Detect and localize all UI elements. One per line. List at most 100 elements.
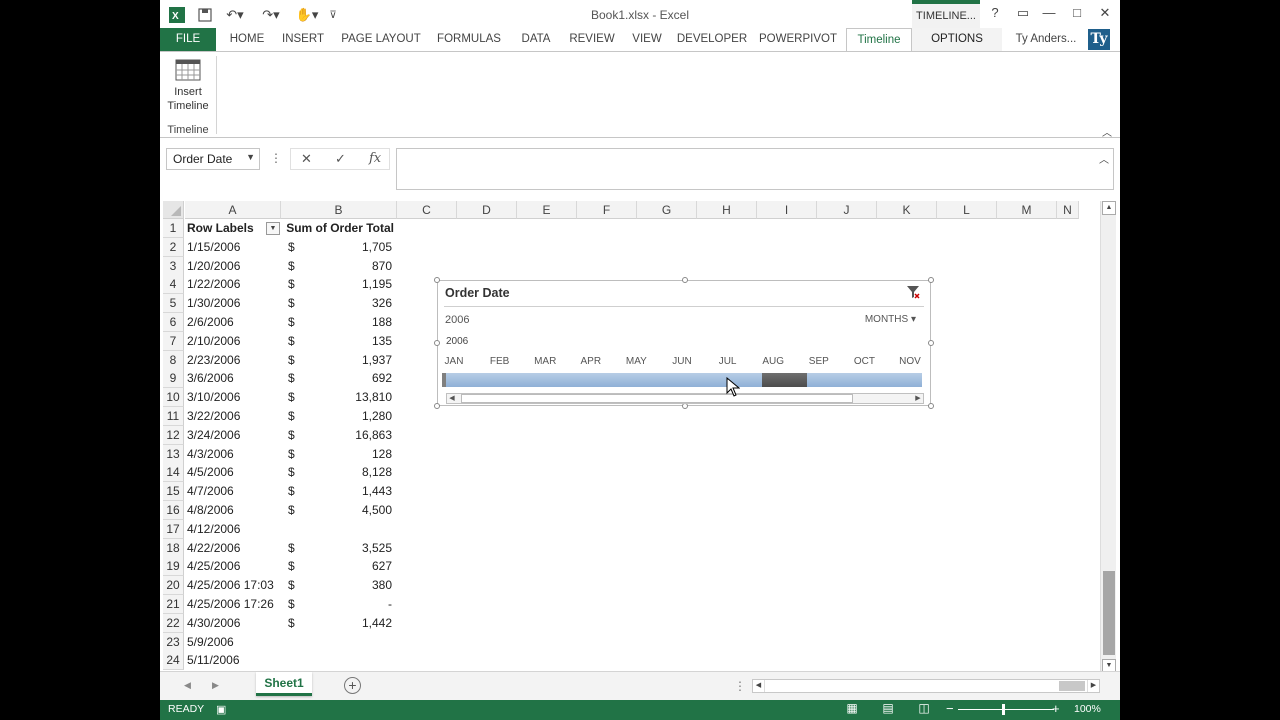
pivot-row-label[interactable]: 3/6/2006 <box>186 369 282 388</box>
row-header[interactable]: 13 <box>163 444 184 464</box>
normal-view-icon[interactable]: ▦ <box>842 701 862 719</box>
scroll-left-icon[interactable]: ◀ <box>447 394 457 403</box>
pivot-value[interactable]: 188 <box>300 313 392 332</box>
resize-handle[interactable] <box>434 403 440 409</box>
timeline-scrollbar[interactable]: ◀ ▶ <box>446 393 924 404</box>
pivot-value[interactable]: 128 <box>300 445 392 464</box>
resize-handle[interactable] <box>928 277 934 283</box>
column-header[interactable]: I <box>757 201 817 219</box>
pivot-value[interactable]: 8,128 <box>300 463 392 482</box>
pivot-value[interactable]: 3,525 <box>300 539 392 558</box>
row-header[interactable]: 12 <box>163 425 184 445</box>
pivot-row-label[interactable]: 2/6/2006 <box>186 313 282 332</box>
currency-symbol[interactable]: $ <box>288 445 295 464</box>
pivot-row-label[interactable]: 1/30/2006 <box>186 294 282 313</box>
row-header[interactable]: 3 <box>163 256 184 276</box>
pivot-row-label[interactable]: 4/3/2006 <box>186 445 282 464</box>
row-header[interactable]: 16 <box>163 501 184 520</box>
currency-symbol[interactable]: $ <box>288 614 295 633</box>
row-header[interactable]: 7 <box>163 331 184 351</box>
resize-handle[interactable] <box>928 403 934 409</box>
timeline-month-label[interactable]: APR <box>571 356 611 367</box>
timeline-scroll-thumb[interactable] <box>461 394 853 403</box>
row-header[interactable]: 18 <box>163 538 184 558</box>
currency-symbol[interactable]: $ <box>288 332 295 351</box>
timeline-bar[interactable] <box>442 373 922 387</box>
pivot-row-label[interactable]: 4/30/2006 <box>186 614 282 633</box>
row-header[interactable]: 6 <box>163 313 184 332</box>
resize-handle[interactable] <box>928 340 934 346</box>
tab-developer[interactable]: DEVELOPER <box>676 28 748 51</box>
filter-dropdown-icon[interactable]: ▼ <box>266 222 280 235</box>
prev-sheet-icon[interactable]: ◀ <box>184 680 191 691</box>
chevron-down-icon[interactable]: ▼ <box>246 152 255 162</box>
column-header[interactable]: D <box>457 201 517 219</box>
pivot-value[interactable]: 627 <box>300 557 392 576</box>
currency-symbol[interactable]: $ <box>288 576 295 595</box>
tab-options[interactable]: OPTIONS <box>912 28 1002 51</box>
sheet-tab-sheet1[interactable]: Sheet1 <box>256 672 312 696</box>
add-sheet-icon[interactable]: + <box>344 677 361 694</box>
pivot-value[interactable]: 16,863 <box>300 426 392 445</box>
resize-handle[interactable] <box>682 277 688 283</box>
currency-symbol[interactable]: $ <box>288 539 295 558</box>
row-header[interactable]: 2 <box>163 237 184 257</box>
pivot-row-label[interactable]: 4/7/2006 <box>186 482 282 501</box>
vertical-scrollbar[interactable]: ▲ ▼ <box>1100 201 1116 673</box>
timeline-month-label[interactable]: AUG <box>753 356 793 367</box>
tab-review[interactable]: REVIEW <box>566 28 618 51</box>
pivot-row-label[interactable]: 1/15/2006 <box>186 238 282 257</box>
pivot-value[interactable]: 326 <box>300 294 392 313</box>
row-header[interactable]: 4 <box>163 275 184 295</box>
zoom-in-button[interactable]: + <box>1052 701 1060 716</box>
pivot-row-label[interactable]: 5/11/2006 <box>186 651 282 670</box>
pivot-value[interactable]: 1,280 <box>300 407 392 426</box>
pivot-value[interactable]: 1,937 <box>300 351 392 370</box>
pivot-row-label[interactable]: 4/8/2006 <box>186 501 282 520</box>
row-header[interactable]: 11 <box>163 407 184 426</box>
pivot-row-label[interactable]: 5/9/2006 <box>186 633 282 652</box>
zoom-slider[interactable] <box>958 709 1054 710</box>
page-break-view-icon[interactable]: ◫ <box>914 701 934 719</box>
resize-handle[interactable] <box>434 340 440 346</box>
timeline-month-label[interactable]: JUL <box>708 356 748 367</box>
page-layout-view-icon[interactable]: ▤ <box>878 701 898 719</box>
pivot-row-label[interactable]: 4/25/2006 17:03 <box>186 576 282 595</box>
pivot-row-label[interactable]: 4/12/2006 <box>186 520 282 539</box>
column-header[interactable]: A <box>185 201 281 219</box>
column-header[interactable]: J <box>817 201 877 219</box>
cancel-icon[interactable]: ✕ <box>301 151 312 167</box>
tab-insert[interactable]: INSERT <box>278 28 328 51</box>
ribbon-display-options-icon[interactable]: ▭ <box>1012 5 1034 23</box>
avatar[interactable]: Ty <box>1088 29 1110 50</box>
timeline-month-label[interactable]: SEP <box>799 356 839 367</box>
row-header[interactable]: 17 <box>163 519 184 539</box>
row-header[interactable]: 1 <box>163 219 184 238</box>
scroll-up-icon[interactable]: ▲ <box>1102 201 1116 215</box>
pivot-value[interactable]: 135 <box>300 332 392 351</box>
currency-symbol[interactable]: $ <box>288 426 295 445</box>
currency-symbol[interactable]: $ <box>288 595 295 614</box>
currency-symbol[interactable]: $ <box>288 257 295 276</box>
pivot-value[interactable]: 1,443 <box>300 482 392 501</box>
column-header[interactable]: C <box>397 201 457 219</box>
formula-input[interactable]: ︿ <box>396 148 1114 190</box>
help-button[interactable]: ? <box>984 5 1006 23</box>
name-box[interactable]: Order Date ▼ <box>166 148 260 170</box>
currency-symbol[interactable]: $ <box>288 501 295 520</box>
insert-function-icon[interactable]: fx <box>369 151 381 166</box>
next-sheet-icon[interactable]: ▶ <box>212 680 219 691</box>
currency-symbol[interactable]: $ <box>288 294 295 313</box>
scroll-right-icon[interactable]: ▶ <box>1087 680 1099 692</box>
minimize-button[interactable]: — <box>1038 5 1060 23</box>
row-header[interactable]: 23 <box>163 632 184 652</box>
scroll-left-icon[interactable]: ◀ <box>753 680 765 692</box>
row-header[interactable]: 20 <box>163 576 184 596</box>
collapse-ribbon-icon[interactable]: ︿ <box>1102 124 1112 139</box>
row-header[interactable]: 24 <box>163 651 184 671</box>
pivot-value[interactable]: 1,442 <box>300 614 392 633</box>
tab-view[interactable]: VIEW <box>628 28 666 51</box>
timeline-slicer[interactable]: Order Date 2006 MONTHS ▾ 2006 JAN FEB MAR A… <box>434 277 934 409</box>
pivot-sum-header[interactable]: Sum of Order Total <box>282 219 394 238</box>
timeline-month-label[interactable]: OCT <box>844 356 884 367</box>
